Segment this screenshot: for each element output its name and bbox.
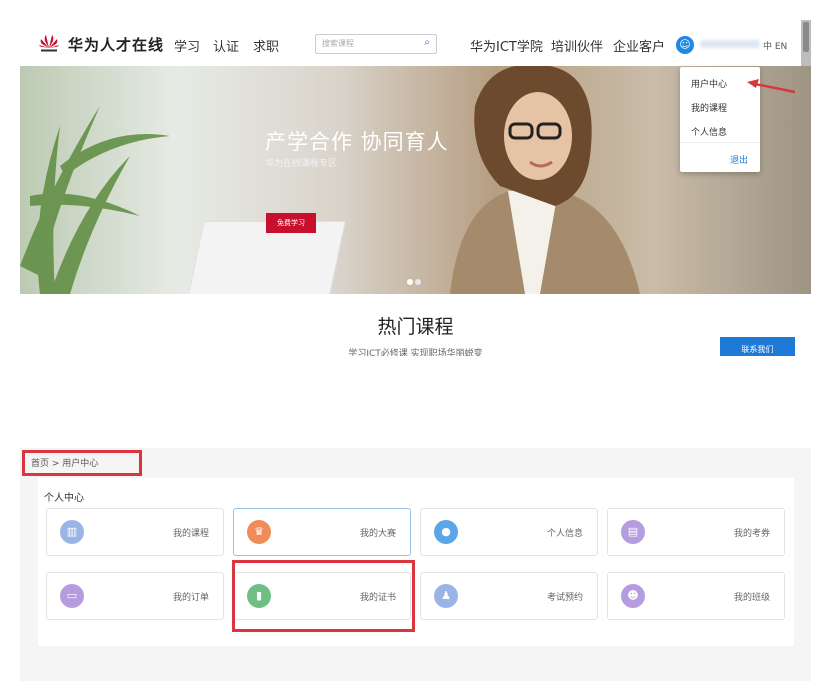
trophy-icon: ♛ — [247, 520, 271, 544]
personal-center-panel: 个人中心 ▥ 我的课程 ♛ 我的大赛 ● 个人信息 ▤ 我的考券 ▭ 我的订单 ▮ 我的证书 ♟ 考试预约… — [38, 478, 794, 646]
nav-enterprise[interactable]: 企业客户 — [613, 36, 665, 55]
nav-ict-academy[interactable]: 华为ICT学院 — [470, 36, 543, 55]
menu-personal-info[interactable]: 个人信息 — [691, 125, 727, 138]
username-blurred[interactable] — [700, 40, 760, 48]
menu-my-courses[interactable]: 我的课程 — [691, 101, 727, 114]
hero-title: 产学合作 协同育人 — [265, 130, 449, 154]
book-icon: ▥ — [60, 520, 84, 544]
breadcrumb[interactable]: 首页 > 用户中心 — [31, 456, 98, 469]
my-contests-card[interactable]: ♛ 我的大赛 — [233, 508, 411, 556]
personal-info-card[interactable]: ● 个人信息 — [420, 508, 598, 556]
class-icon: ☻ — [621, 584, 645, 608]
card-label: 我的考券 — [733, 529, 770, 539]
hot-courses-subtitle: 学习ICT必修课 实现职场华丽蜕变 — [348, 349, 483, 356]
card-label: 我的订单 — [172, 593, 209, 603]
huawei-logo-icon — [39, 35, 59, 52]
card-label: 个人信息 — [546, 529, 583, 539]
my-classes-card[interactable]: ☻ 我的班级 — [607, 572, 785, 620]
card-label: 我的班级 — [733, 593, 770, 603]
carousel-dot[interactable] — [415, 279, 421, 285]
nav-jobs[interactable]: 求职 — [253, 36, 279, 55]
contact-us-button[interactable]: 联系我们 — [720, 337, 795, 356]
exam-booking-icon: ♟ — [434, 584, 458, 608]
top-screenshot: 华为人才在线 学习 认证 求职 搜索课程 ⌕ 华为ICT学院 培训伙伴 企业客户… — [20, 20, 811, 356]
woman-photo — [450, 66, 640, 294]
ticket-icon: ▤ — [621, 520, 645, 544]
order-icon: ▭ — [60, 584, 84, 608]
menu-user-center[interactable]: 用户中心 — [691, 77, 727, 90]
my-vouchers-card[interactable]: ▤ 我的考券 — [607, 508, 785, 556]
menu-logout[interactable]: 退出 — [730, 153, 748, 166]
red-arrow-annotation-icon — [747, 79, 796, 94]
carousel-dot-active[interactable] — [407, 279, 413, 285]
exam-booking-card[interactable]: ♟ 考试预约 — [420, 572, 598, 620]
user-avatar-icon[interactable]: ☺ — [676, 36, 694, 54]
panel-title: 个人中心 — [44, 493, 84, 504]
language-switch[interactable]: 中 EN — [763, 39, 787, 52]
nav-learn[interactable]: 学习 — [174, 36, 200, 55]
my-orders-card[interactable]: ▭ 我的订单 — [46, 572, 224, 620]
hero-subtitle: 华为在线课程专区 — [265, 159, 338, 169]
card-label: 我的课程 — [172, 529, 209, 539]
card-label: 我的大赛 — [359, 529, 396, 539]
search-input[interactable]: 搜索课程 ⌕ — [315, 34, 437, 54]
top-navbar: 华为人才在线 学习 认证 求职 搜索课程 ⌕ 华为ICT学院 培训伙伴 企业客户… — [20, 20, 811, 66]
my-courses-card[interactable]: ▥ 我的课程 — [46, 508, 224, 556]
scrollbar-thumb[interactable] — [803, 22, 809, 52]
carousel-dots — [406, 270, 422, 289]
certificate-highlight-box — [232, 560, 415, 632]
brand-name[interactable]: 华为人才在线 — [68, 34, 164, 55]
bottom-screenshot: 首页 > 用户中心 个人中心 ▥ 我的课程 ♛ 我的大赛 ● 个人信息 ▤ 我的考券 ▭ 我的订单… — [20, 448, 811, 681]
user-icon: ● — [434, 520, 458, 544]
card-label: 考试预约 — [546, 593, 583, 603]
search-icon[interactable]: ⌕ — [424, 37, 430, 48]
nav-certify[interactable]: 认证 — [213, 36, 239, 55]
search-placeholder: 搜索课程 — [322, 39, 354, 48]
free-learn-button[interactable]: 免费学习 — [266, 213, 316, 233]
nav-training-partners[interactable]: 培训伙伴 — [551, 36, 603, 55]
plant-image — [20, 106, 170, 294]
menu-divider — [680, 142, 760, 143]
hot-courses-title: 热门课程 — [377, 316, 454, 338]
